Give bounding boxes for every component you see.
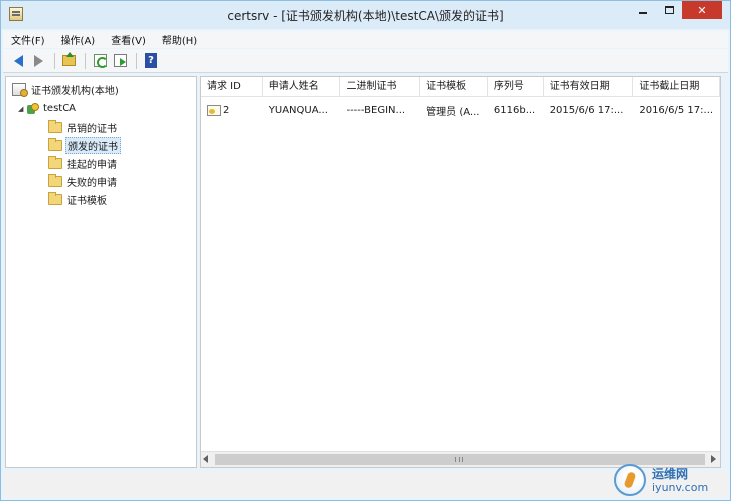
- tree-item-root[interactable]: 证书颁发机构(本地): [12, 81, 119, 98]
- close-icon: ✕: [697, 3, 707, 17]
- cell-expiration-date: 2016/6/5 17:...: [639, 104, 714, 116]
- cell-certificate-template: 管理员 (A...: [426, 106, 480, 118]
- column-header-requester-name[interactable]: 申请人姓名: [263, 77, 341, 97]
- tree-item-revoked[interactable]: 吊销的证书: [48, 119, 117, 136]
- toolbar-separator: [54, 52, 55, 69]
- help-icon: ?: [145, 53, 157, 68]
- refresh-button[interactable]: [91, 52, 109, 70]
- menu-help[interactable]: 帮助(H): [154, 32, 205, 47]
- scroll-right-icon[interactable]: [711, 455, 716, 463]
- export-list-button[interactable]: [111, 52, 129, 70]
- cell-serial-number: 6116b...: [493, 104, 536, 116]
- tree-item-label: 颁发的证书: [65, 137, 121, 154]
- tree-item-label: 挂起的申请: [67, 160, 117, 171]
- window-title: certsrv - [证书颁发机构(本地)\testCA\颁发的证书]: [227, 9, 504, 23]
- toolbar-separator: [85, 52, 86, 69]
- menu-action[interactable]: 操作(A): [53, 32, 104, 47]
- minimize-button[interactable]: [630, 1, 656, 19]
- cell-requester-name: YUANQUA...: [268, 104, 328, 116]
- tree-item-issued[interactable]: 颁发的证书: [48, 137, 121, 154]
- tree-item-label: testCA: [43, 103, 77, 114]
- toolbar-separator: [136, 52, 137, 69]
- tree-item-label: 失败的申请: [67, 178, 117, 189]
- ca-server-icon: [26, 102, 39, 115]
- forward-arrow-icon: [33, 54, 43, 67]
- title-bar[interactable]: certsrv - [证书颁发机构(本地)\testCA\颁发的证书] ✕: [1, 1, 730, 29]
- watermark-text-en: iyunv.com: [652, 481, 709, 494]
- menu-file[interactable]: 文件(F): [3, 32, 53, 47]
- column-header-serial-number[interactable]: 序列号: [488, 77, 544, 97]
- tree-item-label: 吊销的证书: [67, 124, 117, 135]
- column-header-binary-certificate[interactable]: 二进制证书: [340, 77, 421, 97]
- watermark: 运维网 iyunv.com: [614, 464, 724, 498]
- certificate-authority-icon: [12, 83, 28, 97]
- tree-item-testca[interactable]: ◢ testCA: [18, 100, 76, 117]
- folder-icon: [48, 120, 62, 133]
- help-button[interactable]: ?: [142, 52, 160, 70]
- app-window: certsrv - [证书颁发机构(本地)\testCA\颁发的证书] ✕ 文件…: [0, 0, 731, 501]
- close-button[interactable]: ✕: [682, 1, 722, 19]
- menu-bar: 文件(F) 操作(A) 查看(V) 帮助(H): [3, 31, 728, 48]
- folder-icon: [48, 156, 62, 169]
- table-row[interactable]: 2 YUANQUA... -----BEGIN... 管理员 (A... 611…: [201, 101, 720, 119]
- certificate-icon: [207, 104, 221, 116]
- folder-icon: [48, 174, 62, 187]
- grip-icon: [455, 457, 463, 462]
- folder-icon: [48, 138, 62, 151]
- watermark-logo-icon: [614, 464, 646, 496]
- tree-item-failed[interactable]: 失败的申请: [48, 173, 117, 190]
- cell-request-id: 2: [201, 104, 263, 116]
- maximize-button[interactable]: [656, 1, 682, 19]
- expand-arrow-icon[interactable]: ◢: [18, 105, 26, 113]
- scroll-left-icon[interactable]: [203, 455, 208, 463]
- window-controls: ✕: [630, 1, 722, 19]
- tree-item-label: 证书颁发机构(本地): [31, 86, 119, 97]
- tree-item-templates[interactable]: 证书模板: [48, 191, 107, 208]
- cell-effective-date: 2015/6/6 17:...: [549, 104, 624, 116]
- result-list[interactable]: 请求 ID 申请人姓名 二进制证书 证书模板 序列号 证书有效日期 证书截止日期…: [200, 76, 721, 468]
- watermark-text-cn: 运维网: [652, 467, 689, 481]
- up-one-level-button[interactable]: [60, 52, 78, 70]
- column-header-effective-date[interactable]: 证书有效日期: [544, 77, 634, 97]
- cell-binary-certificate: -----BEGIN...: [346, 104, 406, 116]
- back-arrow-icon: [13, 54, 23, 67]
- tree-item-label: 证书模板: [67, 196, 107, 207]
- forward-button[interactable]: [29, 52, 47, 70]
- back-button[interactable]: [9, 52, 27, 70]
- up-folder-icon: [62, 52, 76, 66]
- menu-view[interactable]: 查看(V): [103, 32, 154, 47]
- folder-icon: [48, 192, 62, 205]
- console-tree[interactable]: 证书颁发机构(本地) ◢ testCA 吊销的证书 颁发的证书 挂起的申请 失败…: [5, 76, 197, 468]
- minimize-icon: [639, 12, 647, 14]
- export-list-icon: [113, 54, 127, 67]
- column-header-certificate-template[interactable]: 证书模板: [420, 77, 488, 97]
- toolbar: ?: [3, 49, 728, 73]
- column-header-expiration-date[interactable]: 证书截止日期: [633, 77, 720, 97]
- maximize-icon: [664, 6, 674, 14]
- column-header-request-id[interactable]: 请求 ID: [201, 77, 263, 97]
- request-id-value: 2: [223, 104, 230, 116]
- refresh-icon: [93, 54, 108, 68]
- list-header: 请求 ID 申请人姓名 二进制证书 证书模板 序列号 证书有效日期 证书截止日期: [201, 77, 720, 97]
- tree-item-pending[interactable]: 挂起的申请: [48, 155, 117, 172]
